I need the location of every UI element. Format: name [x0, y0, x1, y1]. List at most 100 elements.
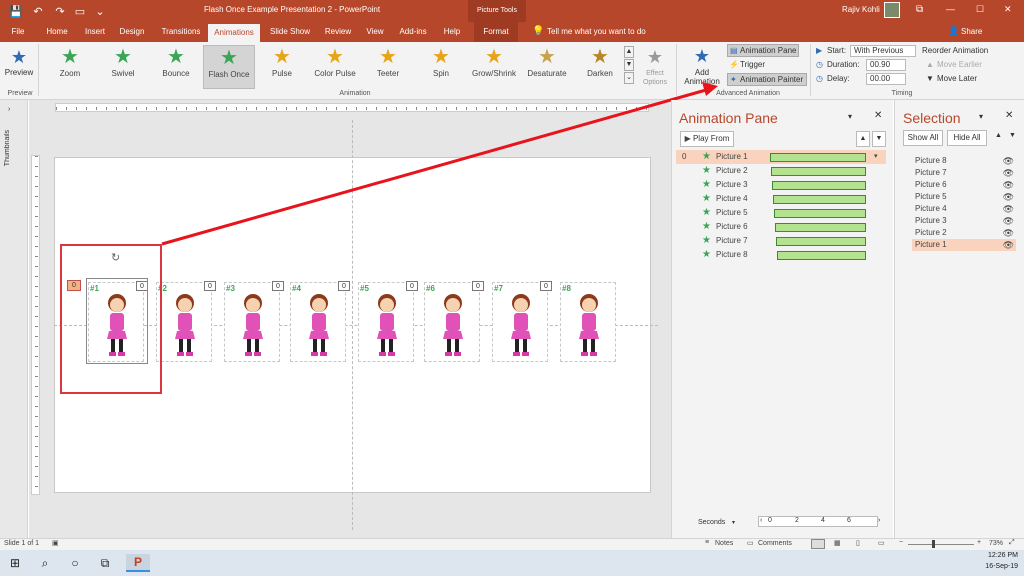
flash-once-star-icon: ★ [702, 249, 711, 260]
selection-list-item[interactable]: Picture 6 👁 [912, 179, 1016, 191]
selection-pane-options-icon[interactable]: ▾ [979, 112, 983, 121]
visibility-eye-icon[interactable]: 👁 [1003, 179, 1014, 191]
taskbar: ⊞ ⌕ ○ ⧉ P 12:26 PM 16-Sep-19 [0, 550, 1024, 576]
animation-pane-title: Animation Pane [679, 110, 778, 126]
timing-bar[interactable] [772, 181, 866, 190]
selection-item-label: Picture 8 [915, 156, 947, 165]
animation-item-label: Picture 2 [716, 166, 748, 175]
timing-bar[interactable] [777, 251, 866, 260]
visibility-eye-icon[interactable]: 👁 [1003, 155, 1014, 167]
selection-list-item[interactable]: Picture 4 👁 [912, 203, 1016, 215]
timing-bar[interactable] [775, 223, 866, 232]
animation-list-item[interactable]: 0 ★ Picture 1 ▾ [676, 150, 886, 164]
selection-list-item[interactable]: Picture 3 👁 [912, 215, 1016, 227]
animation-item-label: Picture 8 [716, 250, 748, 259]
zoom-in-icon[interactable]: + [977, 539, 981, 546]
timing-bar[interactable] [771, 167, 866, 176]
timing-bar[interactable] [774, 209, 866, 218]
selection-list-item[interactable]: Picture 2 👁 [912, 227, 1016, 239]
visibility-eye-icon[interactable]: 👁 [1003, 227, 1014, 239]
selection-pane-close-icon[interactable]: ✕ [1005, 110, 1013, 121]
search-icon[interactable]: ⌕ [36, 554, 54, 572]
timeline-scale[interactable] [758, 516, 878, 527]
flash-once-star-icon: ★ [702, 179, 711, 190]
animation-list-item[interactable]: ★ Picture 2 [676, 164, 886, 178]
animation-list-item[interactable]: ★ Picture 3 [676, 178, 886, 192]
selection-item-label: Picture 5 [915, 192, 947, 201]
animation-item-label: Picture 5 [716, 208, 748, 217]
slide-sorter-icon[interactable]: ▦ [834, 539, 841, 547]
visibility-eye-icon[interactable]: 👁 [1003, 191, 1014, 203]
play-from-button[interactable]: ▶ Play From [680, 131, 734, 147]
spelling-icon[interactable]: ▣ [52, 539, 59, 547]
selection-item-label: Picture 1 [915, 240, 947, 249]
animation-list-item[interactable]: ★ Picture 4 [676, 192, 886, 206]
selection-item-label: Picture 6 [915, 180, 947, 189]
slide-indicator[interactable]: Slide 1 of 1 [4, 540, 39, 547]
timing-bar[interactable] [770, 153, 866, 162]
show-all-button[interactable]: Show All [903, 130, 943, 146]
cortana-icon[interactable]: ○ [66, 554, 84, 572]
animation-item-label: Picture 1 [716, 152, 748, 161]
comments-icon[interactable]: ▭ [747, 539, 754, 547]
hide-all-button[interactable]: Hide All [947, 130, 987, 146]
visibility-eye-icon[interactable]: 👁 [1003, 167, 1014, 179]
flash-once-star-icon: ★ [702, 151, 711, 162]
animation-item-label: Picture 7 [716, 236, 748, 245]
clock-date[interactable]: 16-Sep-19 [972, 563, 1018, 570]
selection-list-item[interactable]: Picture 5 👁 [912, 191, 1016, 203]
seconds-dropdown[interactable]: Seconds [698, 519, 725, 526]
zoom-slider[interactable] [908, 544, 974, 545]
task-view-icon[interactable]: ⧉ [96, 554, 114, 572]
selection-pane-title: Selection [903, 110, 961, 126]
flash-once-star-icon: ★ [702, 221, 711, 232]
powerpoint-taskbar-icon[interactable]: P [126, 554, 150, 572]
windows-start-icon[interactable]: ⊞ [6, 554, 24, 572]
selection-item-label: Picture 3 [915, 216, 947, 225]
animation-list-item[interactable]: ★ Picture 8 [676, 248, 886, 262]
visibility-eye-icon[interactable]: 👁 [1003, 239, 1014, 251]
timeline-left-icon[interactable]: ‹ [760, 517, 762, 524]
visibility-eye-icon[interactable]: 👁 [1003, 215, 1014, 227]
animation-index: 0 [682, 152, 687, 161]
timeline-right-icon[interactable]: › [878, 517, 880, 524]
animation-item-label: Picture 6 [716, 222, 748, 231]
move-up-icon[interactable]: ▲ [856, 131, 870, 147]
bring-forward-icon[interactable]: ▲ [995, 132, 1002, 139]
send-backward-icon[interactable]: ▼ [1009, 132, 1016, 139]
animation-pane-close-icon[interactable]: ✕ [874, 110, 882, 121]
fit-to-window-icon[interactable]: ⤢ [1009, 539, 1015, 547]
selection-item-label: Picture 4 [915, 204, 947, 213]
timing-bar[interactable] [776, 237, 866, 246]
animation-list-item[interactable]: ★ Picture 7 [676, 234, 886, 248]
timing-bar[interactable] [773, 195, 866, 204]
selection-list-item[interactable]: Picture 8 👁 [912, 155, 1016, 167]
flash-once-star-icon: ★ [702, 193, 711, 204]
zoom-slider-thumb[interactable] [932, 540, 935, 548]
status-bar: Slide 1 of 1 ▣ ≡ Notes ▭ Comments ▦ ▯ ▭ … [0, 538, 1024, 550]
selection-item-label: Picture 2 [915, 228, 947, 237]
zoom-level[interactable]: 73% [989, 540, 1003, 547]
pane-options-icon[interactable]: ▾ [848, 112, 852, 121]
selection-list-item[interactable]: Picture 1 👁 [912, 239, 1016, 251]
animation-list-item[interactable]: ★ Picture 5 [676, 206, 886, 220]
selection-item-label: Picture 7 [915, 168, 947, 177]
reading-view-icon[interactable]: ▯ [856, 539, 860, 547]
item-dropdown-icon[interactable]: ▾ [874, 150, 878, 164]
flash-once-star-icon: ★ [702, 235, 711, 246]
move-down-icon[interactable]: ▼ [872, 131, 886, 147]
zoom-out-icon[interactable]: − [899, 539, 903, 546]
selection-list-item[interactable]: Picture 7 👁 [912, 167, 1016, 179]
slide-show-icon[interactable]: ▭ [878, 539, 885, 547]
animation-list-item[interactable]: ★ Picture 6 [676, 220, 886, 234]
animation-item-label: Picture 3 [716, 180, 748, 189]
clock-time[interactable]: 12:26 PM [972, 552, 1018, 559]
normal-view-icon[interactable] [811, 539, 825, 549]
flash-once-star-icon: ★ [702, 165, 711, 176]
animation-item-label: Picture 4 [716, 194, 748, 203]
notes-icon[interactable]: ≡ [705, 539, 709, 546]
visibility-eye-icon[interactable]: 👁 [1003, 203, 1014, 215]
comments-button[interactable]: Comments [758, 540, 792, 547]
flash-once-star-icon: ★ [702, 207, 711, 218]
notes-button[interactable]: Notes [715, 540, 733, 547]
